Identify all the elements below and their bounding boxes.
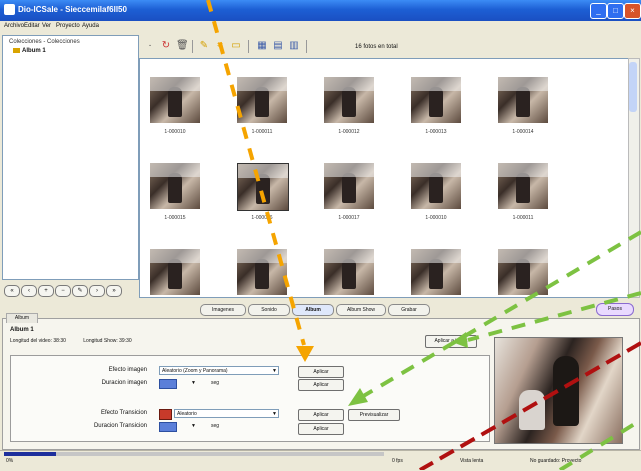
annotation-arrows-overlay [206, 0, 641, 470]
green-arrow-bottom-line [558, 418, 641, 470]
green-arrow-lower-line [467, 291, 641, 342]
orange-arrow-line [206, 0, 306, 346]
red-arrow-line [419, 341, 641, 470]
green-arrow-lower-head [452, 332, 468, 348]
orange-arrow-head [296, 346, 314, 362]
green-arrow-upper-head [348, 388, 368, 406]
green-arrow-upper-line [358, 230, 641, 400]
